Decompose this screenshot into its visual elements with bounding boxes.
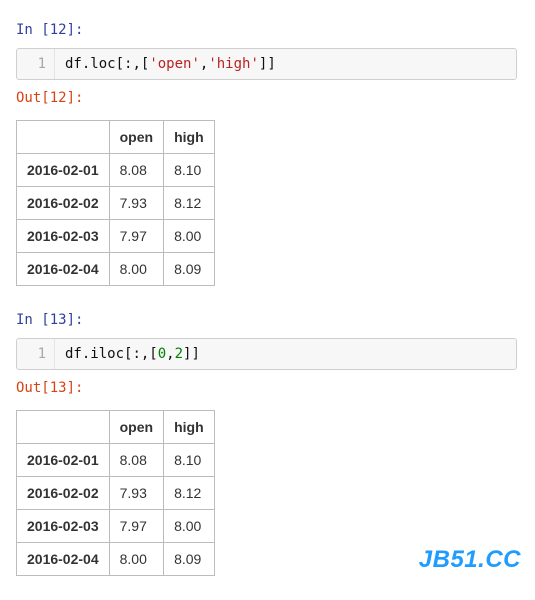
table-header-row: open high bbox=[17, 411, 215, 444]
cell-high: 8.00 bbox=[164, 510, 215, 543]
cell-open: 8.08 bbox=[109, 444, 163, 477]
cell-high: 8.12 bbox=[164, 477, 215, 510]
table-row: 2016-02-03 7.97 8.00 bbox=[17, 220, 215, 253]
cell-open: 7.97 bbox=[109, 510, 163, 543]
cell-high: 8.12 bbox=[164, 187, 215, 220]
line-number: 1 bbox=[17, 49, 55, 79]
output-prompt-label: Out[13]: bbox=[16, 380, 83, 396]
table-header-row: open high bbox=[17, 121, 215, 154]
input-prompt-label: In [13]: bbox=[16, 312, 83, 328]
code-token: df bbox=[65, 346, 82, 362]
table-row: 2016-02-04 8.00 8.09 bbox=[17, 253, 215, 286]
col-header: high bbox=[164, 121, 215, 154]
cell-high: 8.10 bbox=[164, 444, 215, 477]
code-token: 0 bbox=[158, 346, 166, 362]
row-index: 2016-02-04 bbox=[17, 253, 110, 286]
output-prompt-label: Out[12]: bbox=[16, 90, 83, 106]
code-token: 'high' bbox=[208, 56, 259, 72]
col-header: open bbox=[109, 121, 163, 154]
output-table-13: open high 2016-02-01 8.08 8.10 2016-02-0… bbox=[16, 410, 215, 576]
cell-high: 8.09 bbox=[164, 253, 215, 286]
col-header: high bbox=[164, 411, 215, 444]
code-body[interactable]: df.iloc[:,[0,2]] bbox=[55, 339, 516, 369]
code-token: ,[ bbox=[141, 346, 158, 362]
code-cell-13[interactable]: 1 df.iloc[:,[0,2]] bbox=[16, 338, 517, 370]
cell-open: 7.93 bbox=[109, 187, 163, 220]
code-token: , bbox=[166, 346, 174, 362]
row-index: 2016-02-03 bbox=[17, 220, 110, 253]
table-row: 2016-02-02 7.93 8.12 bbox=[17, 187, 215, 220]
row-index: 2016-02-02 bbox=[17, 187, 110, 220]
table-row: 2016-02-01 8.08 8.10 bbox=[17, 154, 215, 187]
cell-open: 8.08 bbox=[109, 154, 163, 187]
input-prompt-12: In [12]: bbox=[16, 22, 517, 38]
output-prompt-12: Out[12]: bbox=[16, 90, 517, 106]
cell-high: 8.10 bbox=[164, 154, 215, 187]
code-token: .loc[ bbox=[82, 56, 124, 72]
cell-open: 8.00 bbox=[109, 543, 163, 576]
code-token: 'open' bbox=[149, 56, 200, 72]
table-row: 2016-02-01 8.08 8.10 bbox=[17, 444, 215, 477]
table-corner-cell bbox=[17, 121, 110, 154]
cell-open: 7.93 bbox=[109, 477, 163, 510]
code-cell-12[interactable]: 1 df.loc[:,['open','high']] bbox=[16, 48, 517, 80]
line-number: 1 bbox=[17, 339, 55, 369]
row-index: 2016-02-01 bbox=[17, 444, 110, 477]
row-index: 2016-02-01 bbox=[17, 154, 110, 187]
code-token: ]] bbox=[183, 346, 200, 362]
col-header: open bbox=[109, 411, 163, 444]
code-token: .iloc[ bbox=[82, 346, 133, 362]
row-index: 2016-02-02 bbox=[17, 477, 110, 510]
output-table-12: open high 2016-02-01 8.08 8.10 2016-02-0… bbox=[16, 120, 215, 286]
cell-high: 8.00 bbox=[164, 220, 215, 253]
table-row: 2016-02-02 7.93 8.12 bbox=[17, 477, 215, 510]
row-index: 2016-02-04 bbox=[17, 543, 110, 576]
input-prompt-13: In [13]: bbox=[16, 312, 517, 328]
table-corner-cell bbox=[17, 411, 110, 444]
cell-open: 7.97 bbox=[109, 220, 163, 253]
code-token: 2 bbox=[175, 346, 183, 362]
code-token: : bbox=[132, 346, 140, 362]
code-token: ]] bbox=[259, 56, 276, 72]
code-token: ,[ bbox=[132, 56, 149, 72]
input-prompt-label: In [12]: bbox=[16, 22, 83, 38]
code-token: df bbox=[65, 56, 82, 72]
watermark-text: JB51.CC bbox=[419, 546, 521, 574]
table-row: 2016-02-04 8.00 8.09 bbox=[17, 543, 215, 576]
cell-open: 8.00 bbox=[109, 253, 163, 286]
cell-high: 8.09 bbox=[164, 543, 215, 576]
code-body[interactable]: df.loc[:,['open','high']] bbox=[55, 49, 516, 79]
row-index: 2016-02-03 bbox=[17, 510, 110, 543]
output-prompt-13: Out[13]: bbox=[16, 380, 517, 396]
table-row: 2016-02-03 7.97 8.00 bbox=[17, 510, 215, 543]
